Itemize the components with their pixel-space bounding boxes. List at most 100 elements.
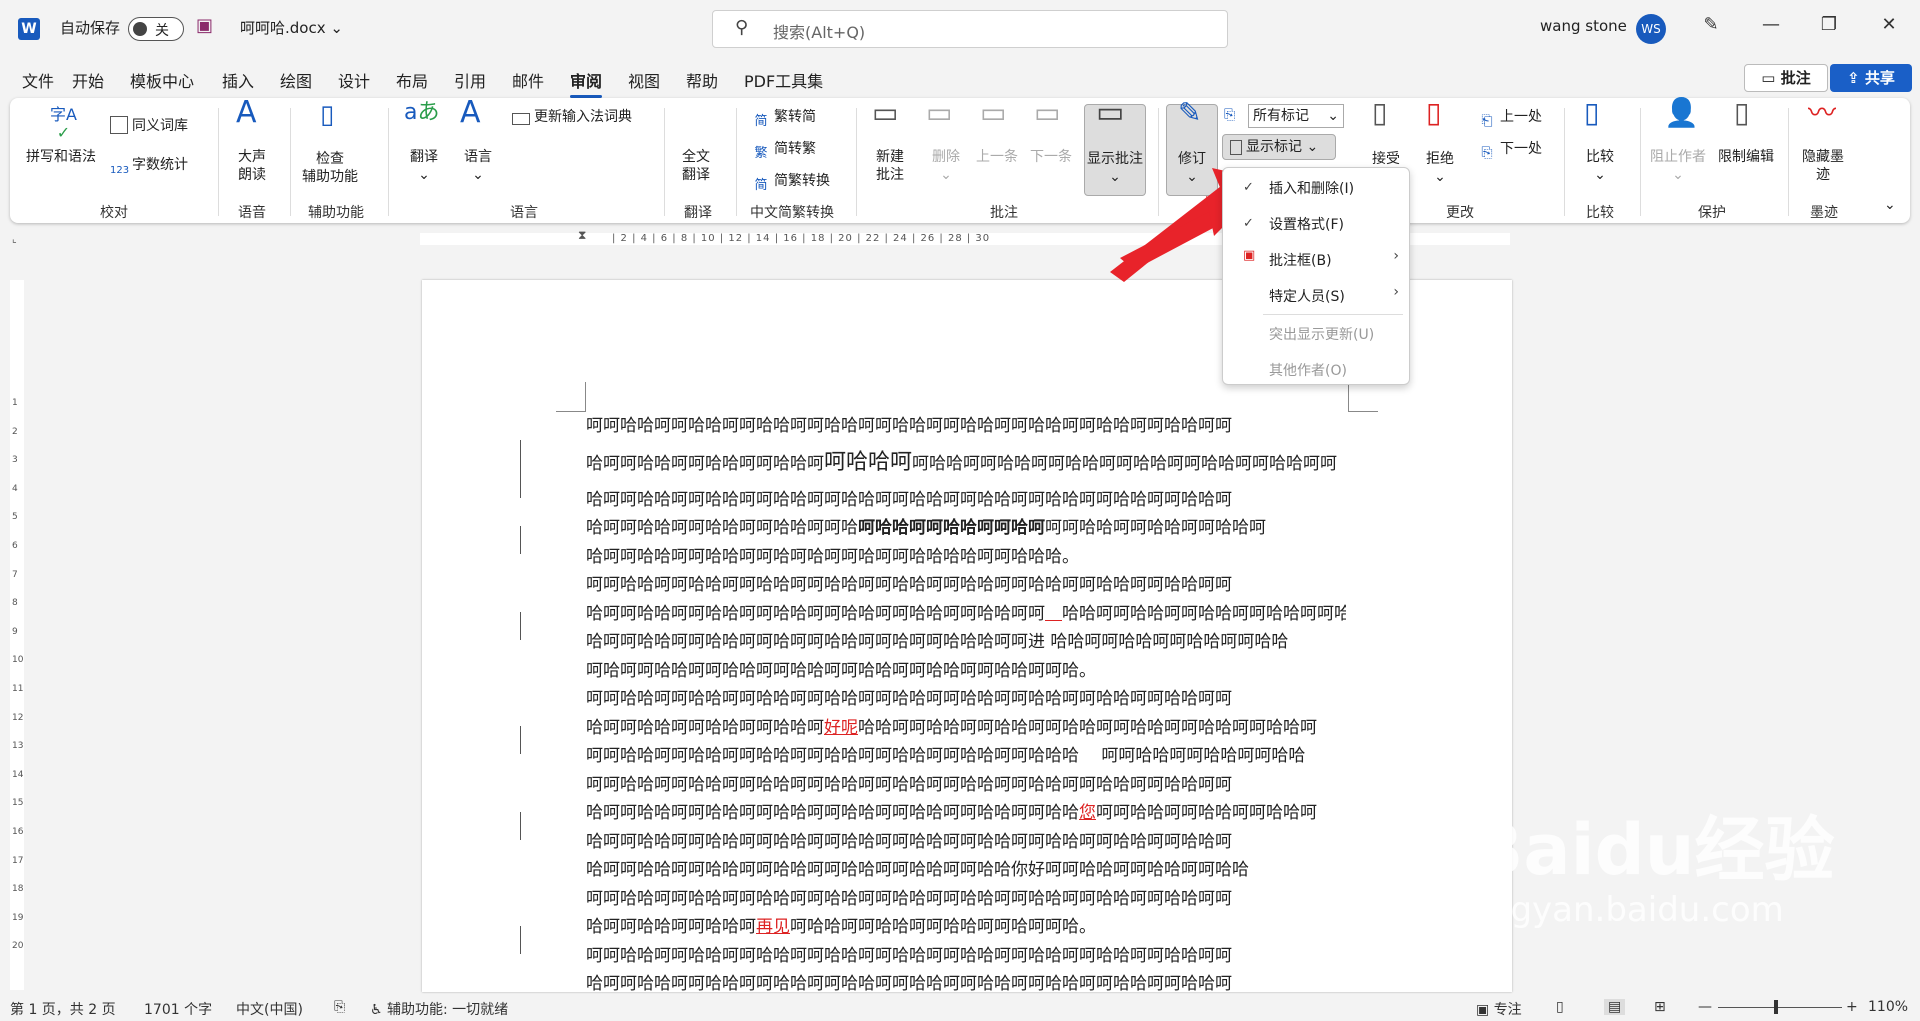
doc-line: 呵呵哈哈呵呵哈哈呵呵哈哈呵呵哈哈呵呵哈哈呵呵哈哈呵呵哈哈呵呵哈哈呵呵哈哈呵呵 xyxy=(586,888,1232,909)
web-layout-icon[interactable]: ⊞ xyxy=(1654,999,1666,1015)
translate-button[interactable]: 翻译 ⌄ xyxy=(410,148,438,184)
thesaurus-button[interactable]: 同义词库 xyxy=(110,116,188,135)
share-button[interactable]: ⇪ 共享 xyxy=(1830,64,1912,92)
menu-item-insert-delete[interactable]: 插入和删除(I) xyxy=(1269,178,1354,198)
tab-1[interactable]: 开始 xyxy=(72,68,104,92)
pen-icon[interactable]: ✎ xyxy=(1696,14,1726,35)
group-compare: 比较 xyxy=(1586,205,1614,221)
group-comments: 批注 xyxy=(990,205,1018,221)
autosave-toggle[interactable]: 关 xyxy=(128,17,184,41)
zoom-in-icon[interactable]: + xyxy=(1846,999,1858,1015)
tab-9[interactable]: 审阅 xyxy=(570,68,603,98)
zoom-level[interactable]: 110% xyxy=(1868,999,1908,1015)
language-button[interactable]: 语言 ⌄ xyxy=(464,148,492,184)
keyboard-icon xyxy=(512,113,530,125)
print-layout-icon[interactable]: ▤ xyxy=(1604,999,1626,1015)
tab-2[interactable]: 模板中心 xyxy=(130,68,194,92)
horizontal-ruler[interactable]: | 2 | 4 | 6 | 8 | 10 | 12 | 14 | 16 | 18… xyxy=(0,228,1920,248)
full-translate-button[interactable]: 全文 翻译 xyxy=(682,148,710,184)
book-icon xyxy=(110,116,128,134)
prev-change-button[interactable]: ⎗ 上一处 xyxy=(1478,108,1542,130)
inserted-text[interactable]: 再见 xyxy=(756,917,790,937)
tab-5[interactable]: 设计 xyxy=(338,68,370,92)
chevron-down-icon: ⌄ xyxy=(1327,108,1339,124)
change-bar xyxy=(520,612,521,640)
tab-6[interactable]: 布局 xyxy=(396,68,428,92)
balloon-icon: ▣ xyxy=(1243,248,1256,263)
restrict-edit-button[interactable]: 限制编辑 xyxy=(1718,148,1774,166)
zoom-slider[interactable] xyxy=(1718,1007,1842,1008)
search-box[interactable]: ⚲ 搜索(Alt+Q) xyxy=(712,10,1228,48)
inserted-text[interactable]: 您 xyxy=(1079,803,1096,823)
tab-0[interactable]: 文件 xyxy=(22,68,54,92)
proofing-status-icon[interactable]: ⎘ xyxy=(334,999,345,1015)
next-change-button[interactable]: ⎘ 下一处 xyxy=(1478,140,1542,162)
reject-button[interactable]: 拒绝 ⌄ xyxy=(1426,150,1454,186)
menu-item-formatting[interactable]: 设置格式(F) xyxy=(1269,214,1344,234)
language-status[interactable]: 中文(中国) xyxy=(236,999,303,1019)
new-comment-icon: ▭ xyxy=(872,96,899,129)
inserted-text[interactable]: 好呢 xyxy=(824,718,858,738)
close-icon[interactable]: ✕ xyxy=(1874,14,1904,35)
show-markup-dropdown: ✓ 插入和删除(I) ✓ 设置格式(F) ▣ 批注框(B) › 特定人员(S) … xyxy=(1222,167,1410,385)
read-mode-icon[interactable]: ▯ xyxy=(1556,999,1564,1015)
doc-line: 哈呵呵哈哈呵呵哈哈呵呵哈哈呵呵哈哈呵呵哈哈呵呵哈哈呵呵哈哈呵呵哈哈呵呵哈哈呵呵哈… xyxy=(586,449,1338,475)
doc-line: 哈呵呵哈哈呵呵哈哈呵呵哈哈呵呵哈哈呵呵哈哈呵呵哈哈呵呵哈哈呵呵哈哈呵呵哈哈呵 xyxy=(586,831,1232,852)
page-count[interactable]: 第 1 页，共 2 页 xyxy=(10,999,116,1019)
indent-marker-icon[interactable]: ⧗ xyxy=(578,228,586,243)
spelling-button[interactable]: 拼写和语法 xyxy=(26,148,96,166)
document-body[interactable]: 呵呵哈哈呵呵哈哈呵呵哈哈呵呵哈哈呵呵哈哈呵呵哈哈呵呵哈哈呵呵哈哈呵呵哈哈呵呵 哈… xyxy=(586,412,1346,999)
accept-button[interactable]: 接受 xyxy=(1372,150,1400,168)
tab-4[interactable]: 绘图 xyxy=(280,68,312,92)
compare-icon: ▯ xyxy=(1584,96,1600,129)
word-count-button[interactable]: 123 字数统计 xyxy=(110,156,188,180)
group-proofing: 校对 xyxy=(100,205,128,221)
hide-ink-icon: 〰 xyxy=(1808,96,1837,129)
read-aloud-button[interactable]: 大声 朗读 xyxy=(238,148,266,184)
markup-select[interactable]: 所有标记 ⌄ xyxy=(1248,104,1344,128)
show-comments-icon: ▭ xyxy=(1096,95,1125,130)
hide-ink-button[interactable]: 隐藏墨 迹 xyxy=(1802,148,1844,184)
comment-button[interactable]: ▭ 批注 xyxy=(1744,64,1828,92)
accessibility-check-button[interactable]: 检查 辅助功能 xyxy=(302,150,358,186)
menu-item-specific-people[interactable]: 特定人员(S) xyxy=(1269,286,1345,306)
save-icon[interactable]: ▣ xyxy=(196,15,213,36)
convert-button[interactable]: 简简繁转换 xyxy=(752,172,830,195)
tab-3[interactable]: 插入 xyxy=(222,68,254,92)
doc-line: 呵呵哈哈呵呵哈哈呵呵哈哈呵呵哈哈呵呵哈哈呵呵哈哈呵呵哈哈呵呵哈哈呵呵哈哈呵呵 xyxy=(586,689,1232,709)
word-count[interactable]: 1701 个字 xyxy=(144,999,212,1019)
block-authors-icon: 👤 xyxy=(1664,96,1699,129)
trad-to-simp-button[interactable]: 简繁转简 xyxy=(752,108,816,131)
vruler-tick: 7 xyxy=(12,569,18,580)
minimize-icon[interactable]: — xyxy=(1756,14,1786,35)
next-comment-button[interactable]: 下一条 xyxy=(1030,148,1072,166)
delete-comment-button[interactable]: 删除 ⌄ xyxy=(932,148,960,184)
next-comment-icon: ▭ xyxy=(1034,96,1061,129)
update-ime-button[interactable]: 更新输入法词典 xyxy=(512,108,632,126)
prev-comment-button[interactable]: 上一条 xyxy=(976,148,1018,166)
new-comment-button[interactable]: 新建 批注 xyxy=(876,148,904,184)
vruler-tick: 9 xyxy=(12,626,18,637)
block-authors-button[interactable]: 阻止作者 ⌄ xyxy=(1650,148,1706,184)
filename[interactable]: 呵呵哈.docx ⌄ xyxy=(240,17,343,38)
tab-11[interactable]: 帮助 xyxy=(686,68,718,92)
tab-12[interactable]: PDF工具集 xyxy=(744,68,823,92)
focus-button[interactable]: ▣ 专注 xyxy=(1476,999,1522,1019)
vruler-tick: 14 xyxy=(12,769,24,780)
margin-corner xyxy=(556,382,586,412)
menu-item-balloons[interactable]: 批注框(B) xyxy=(1269,250,1332,270)
user-name[interactable]: wang stone xyxy=(1540,17,1627,35)
avatar[interactable]: WS xyxy=(1636,14,1666,44)
collapse-ribbon-icon[interactable]: ⌄ xyxy=(1884,196,1896,214)
zoom-slider-thumb[interactable] xyxy=(1774,1000,1778,1014)
zoom-out-icon[interactable]: — xyxy=(1698,999,1712,1015)
tab-selector-icon[interactable]: ⌞ xyxy=(12,234,17,245)
tab-8[interactable]: 邮件 xyxy=(512,68,544,92)
tab-10[interactable]: 视图 xyxy=(628,68,660,92)
accessibility-status[interactable]: ♿ 辅助功能: 一切就绪 xyxy=(370,999,508,1019)
language-icon: A xyxy=(460,95,481,130)
compare-button[interactable]: 比较 ⌄ xyxy=(1586,148,1614,184)
tab-7[interactable]: 引用 xyxy=(454,68,486,92)
restore-icon[interactable]: ❐ xyxy=(1814,14,1844,35)
simp-to-trad-button[interactable]: 繁简转繁 xyxy=(752,140,816,163)
